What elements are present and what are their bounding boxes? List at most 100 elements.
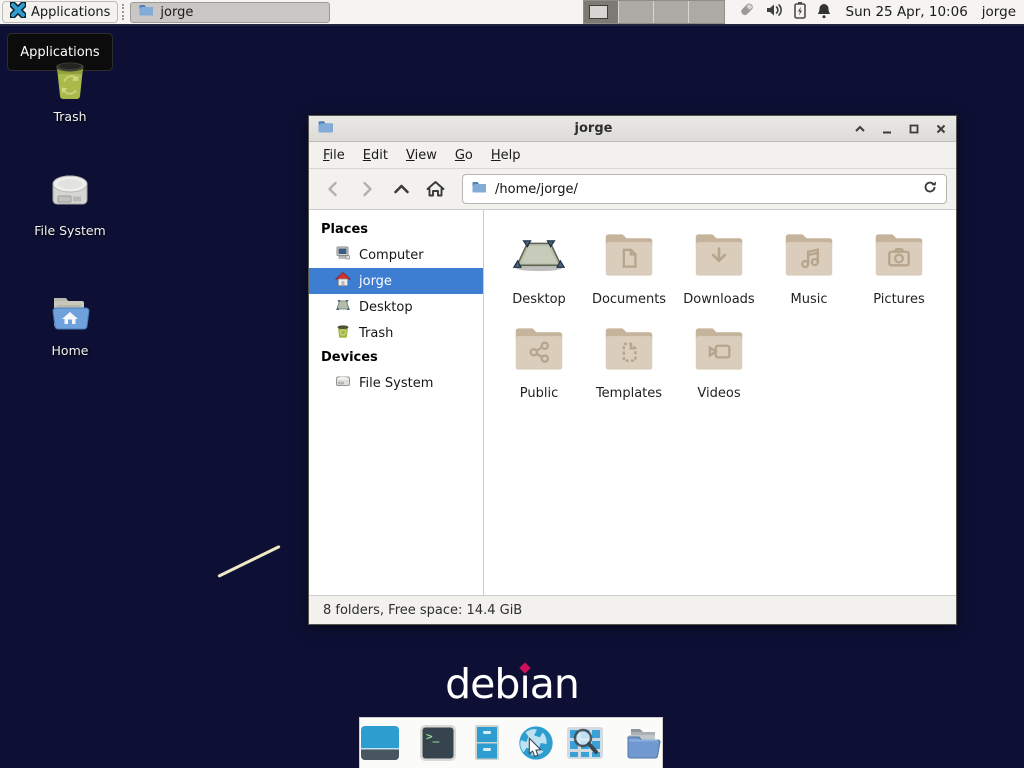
menu-file[interactable]: File xyxy=(314,144,354,167)
folder-item-templates[interactable]: Templates xyxy=(584,318,674,412)
trash-icon xyxy=(47,87,93,106)
minimize-button[interactable] xyxy=(880,122,894,136)
sidebar-item-trash[interactable]: Trash xyxy=(309,320,483,346)
window-titlebar[interactable]: jorge xyxy=(309,116,956,142)
folder-item-music[interactable]: Music xyxy=(764,224,854,318)
folder-view: Desktop Documents xyxy=(484,210,956,595)
window-controls xyxy=(853,122,948,136)
panel-user-menu[interactable]: jorge xyxy=(982,4,1016,20)
desktop-icon-label: File System xyxy=(16,223,124,238)
public-folder-icon xyxy=(508,318,570,384)
notifications-icon[interactable] xyxy=(816,2,832,23)
reload-icon[interactable] xyxy=(922,179,938,199)
window-body: Places Computer xyxy=(309,210,956,595)
sidebar-item-jorge[interactable]: jorge xyxy=(309,268,483,294)
downloads-folder-icon xyxy=(688,224,750,290)
taskbar-window-label: jorge xyxy=(160,5,193,20)
sidebar-item-label: Computer xyxy=(359,248,424,263)
folder-name: Videos xyxy=(697,386,740,401)
home-button[interactable] xyxy=(420,175,450,203)
logo-part-1: deb xyxy=(445,660,519,708)
workspace-switcher xyxy=(583,0,725,24)
folder-name: Public xyxy=(520,386,558,401)
menu-go[interactable]: Go xyxy=(446,144,482,167)
battery-charging-icon[interactable] xyxy=(793,1,807,23)
panel-clock[interactable]: Sun 25 Apr, 10:06 xyxy=(846,4,968,20)
computer-icon xyxy=(335,245,351,265)
folder-name: Downloads xyxy=(683,292,754,307)
documents-folder-icon xyxy=(598,224,660,290)
folder-item-pictures[interactable]: Pictures xyxy=(854,224,944,318)
xfce-logo-icon xyxy=(10,2,26,22)
sidebar-item-file-system[interactable]: File System xyxy=(309,370,483,396)
workspace-1[interactable] xyxy=(584,1,619,23)
taskbar-folder-icon xyxy=(138,2,154,22)
panel-grip[interactable] xyxy=(122,4,127,20)
sidebar-item-label: Trash xyxy=(359,326,393,341)
folder-item-documents[interactable]: Documents xyxy=(584,224,674,318)
file-cabinet-icon[interactable] xyxy=(467,723,507,763)
templates-folder-icon xyxy=(598,318,660,384)
top-panel: Applications jorge xyxy=(0,0,1024,26)
maximize-button[interactable] xyxy=(907,122,921,136)
desktop-icon-label: Home xyxy=(16,343,124,358)
input-device-icon[interactable] xyxy=(737,1,757,23)
pathbar-folder-icon xyxy=(471,179,487,199)
location-path[interactable]: /home/jorge/ xyxy=(495,182,914,197)
home-folder-icon xyxy=(47,321,93,340)
sidebar-item-computer[interactable]: Computer xyxy=(309,242,483,268)
toolbar: /home/jorge/ xyxy=(309,169,956,210)
dock-panel: >_ xyxy=(359,717,663,768)
show-desktop-icon[interactable] xyxy=(360,723,400,763)
folder-name: Pictures xyxy=(873,292,924,307)
desktop-icon-home[interactable]: Home xyxy=(16,290,124,358)
menu-bar: File Edit View Go Help xyxy=(309,142,956,169)
applications-menu-button[interactable]: Applications xyxy=(2,1,118,23)
web-browser-icon[interactable] xyxy=(516,723,556,763)
menu-view[interactable]: View xyxy=(397,144,446,167)
workspace-2[interactable] xyxy=(619,1,654,23)
forward-button[interactable] xyxy=(352,175,382,203)
wallpaper-line-artifact xyxy=(217,545,280,578)
up-button[interactable] xyxy=(386,175,416,203)
desktop-icon-file-system[interactable]: File System xyxy=(16,170,124,238)
folder-item-videos[interactable]: Videos xyxy=(674,318,764,412)
system-tray xyxy=(737,1,832,23)
folder-name: Documents xyxy=(592,292,666,307)
applications-menu-label: Applications xyxy=(31,5,110,20)
location-bar[interactable]: /home/jorge/ xyxy=(462,174,947,204)
close-button[interactable] xyxy=(934,122,948,136)
workspace-3[interactable] xyxy=(654,1,689,23)
videos-folder-icon xyxy=(688,318,750,384)
sidebar-item-desktop[interactable]: Desktop xyxy=(309,294,483,320)
folder-item-downloads[interactable]: Downloads xyxy=(674,224,764,318)
desktop-mini-icon xyxy=(335,297,351,317)
menu-help[interactable]: Help xyxy=(482,144,530,167)
side-pane: Places Computer xyxy=(309,210,484,595)
folder-name: Music xyxy=(791,292,828,307)
desktop-special-icon xyxy=(508,224,570,290)
menu-edit[interactable]: Edit xyxy=(354,144,397,167)
pictures-folder-icon xyxy=(868,224,930,290)
logo-part-2: an xyxy=(530,660,579,708)
folder-item-public[interactable]: Public xyxy=(494,318,584,412)
terminal-icon[interactable]: >_ xyxy=(418,723,458,763)
app-finder-icon[interactable] xyxy=(565,723,605,763)
svg-text:>_: >_ xyxy=(426,730,440,743)
window-folder-icon xyxy=(317,118,334,139)
folder-item-desktop[interactable]: Desktop xyxy=(494,224,584,318)
sidebar-item-label: File System xyxy=(359,376,433,391)
shade-button[interactable] xyxy=(853,122,867,136)
file-manager-icon[interactable] xyxy=(623,723,663,763)
sidebar-item-label: jorge xyxy=(359,274,392,289)
desktop-icon-trash[interactable]: Trash xyxy=(16,56,124,124)
places-header: Places xyxy=(309,218,483,242)
taskbar-window-button[interactable]: jorge xyxy=(130,2,330,23)
back-button[interactable] xyxy=(318,175,348,203)
desktop-screen: Applications jorge xyxy=(0,0,1024,768)
file-manager-window: jorge File Edit View Go Help xyxy=(308,115,957,625)
workspace-4[interactable] xyxy=(689,1,724,23)
debian-wallpaper-logo: debıan xyxy=(0,660,1024,708)
volume-icon[interactable] xyxy=(766,2,784,22)
folder-name: Templates xyxy=(596,386,662,401)
